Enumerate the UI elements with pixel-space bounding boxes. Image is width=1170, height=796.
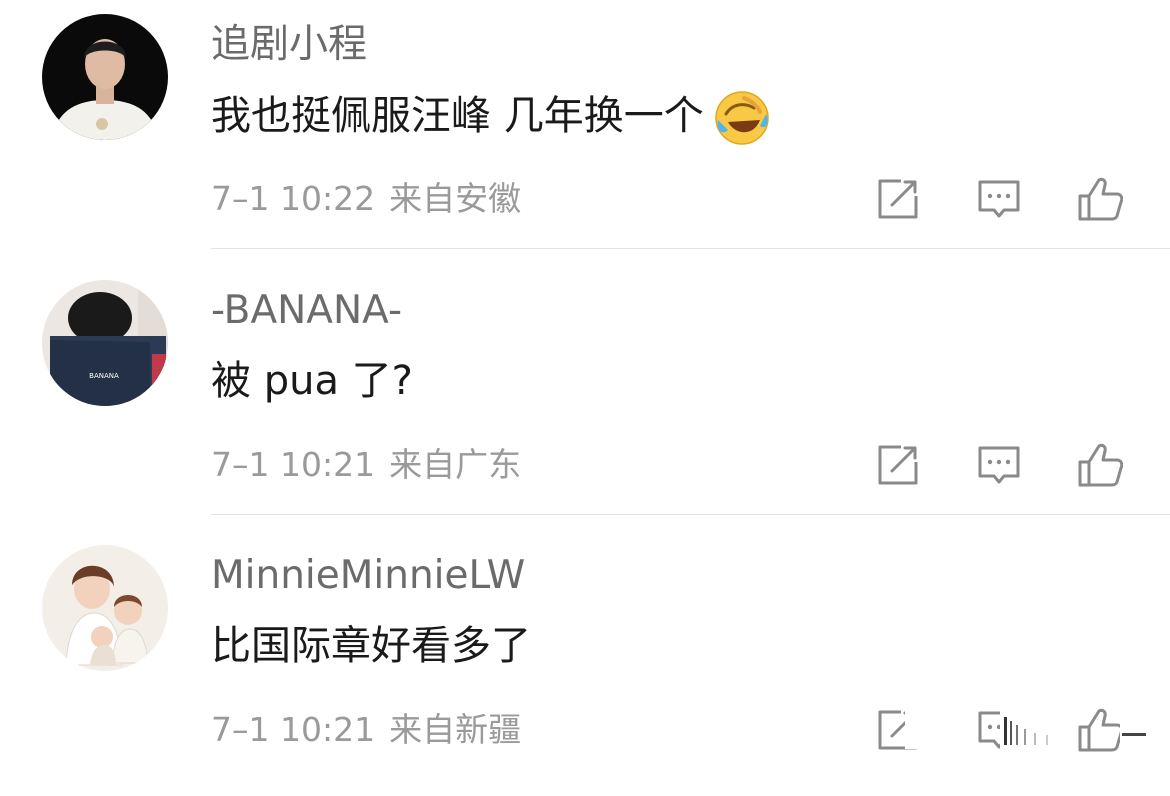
divider: [211, 514, 1170, 515]
avatar[interactable]: BANANA: [42, 280, 168, 406]
watermark-overlay: [1120, 711, 1150, 749]
location: 来自广东: [389, 445, 522, 484]
comment-text: 被 pua 了?: [211, 358, 413, 404]
comment-item: MinnieMinnieLW 比国际章好看多了 7–1 10:21 来自新疆: [0, 531, 1170, 796]
repost-button[interactable]: [875, 442, 921, 488]
reply-button[interactable]: [976, 176, 1022, 222]
like-button[interactable]: [1077, 442, 1124, 488]
repost-icon: [878, 179, 918, 219]
username[interactable]: -BANANA-: [211, 288, 402, 334]
username[interactable]: MinnieMinnieLW: [211, 553, 525, 599]
avatar[interactable]: [42, 14, 168, 140]
comment-meta: 7–1 10:21 来自新疆: [211, 709, 521, 751]
book-cover-text: BANANA: [89, 372, 119, 380]
comment-item: BANANA -BANANA- 被 pua 了? 7–1 10:21 来自广东: [0, 266, 1170, 531]
like-button[interactable]: [1077, 707, 1124, 753]
location: 来自新疆: [389, 710, 522, 749]
comment-item: 追剧小程 我也挺佩服汪峰 几年换一个 7–1 10:22 来自安徽: [0, 0, 1170, 265]
comment-text: 比国际章好看多了: [211, 623, 531, 669]
comment-text: 我也挺佩服汪峰 几年换一个: [211, 90, 770, 146]
comment-icon: [978, 180, 1020, 218]
comment-meta: 7–1 10:21 来自广东: [211, 444, 521, 486]
comment-meta: 7–1 10:22 来自安徽: [211, 178, 521, 220]
repost-button[interactable]: [875, 176, 921, 222]
thumbs-up-icon: [1078, 708, 1124, 752]
reply-button[interactable]: [976, 442, 1022, 488]
repost-icon: [878, 445, 918, 485]
timestamp: 7–1 10:21: [211, 445, 376, 484]
timestamp: 7–1 10:21: [211, 710, 376, 749]
avatar[interactable]: [42, 545, 168, 671]
username[interactable]: 追剧小程: [211, 22, 367, 68]
thumbs-up-icon: [1078, 443, 1124, 487]
like-button[interactable]: [1077, 176, 1124, 222]
thumbs-up-icon: [1078, 177, 1124, 221]
comment-icon: [978, 446, 1020, 484]
location: 来自安徽: [389, 179, 522, 218]
timestamp: 7–1 10:22: [211, 179, 376, 218]
laughing-crying-emoji-icon: [714, 90, 770, 146]
divider: [211, 248, 1170, 249]
watermark-overlay: [1000, 711, 1070, 749]
watermark-overlay: [905, 711, 965, 749]
